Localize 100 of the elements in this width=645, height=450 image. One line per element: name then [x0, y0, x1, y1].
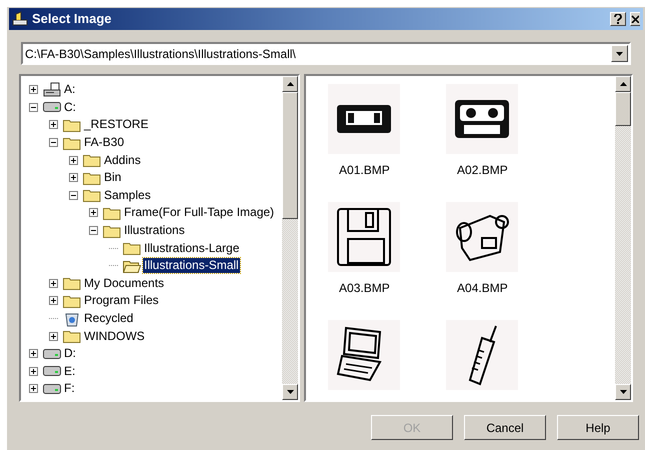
file-name[interactable]: A01.BMP — [339, 161, 390, 179]
tree-item[interactable]: Illustrations-Small — [143, 258, 240, 274]
folder-icon — [103, 224, 121, 238]
plus-icon — [70, 175, 76, 180]
expand-toggle[interactable] — [28, 384, 38, 394]
hard-drive-icon — [43, 102, 61, 112]
expand-toggle[interactable] — [48, 332, 58, 341]
plus-icon — [50, 298, 56, 304]
minus-icon — [50, 140, 56, 146]
expand-toggle[interactable] — [28, 366, 38, 376]
collapse-toggle[interactable] — [28, 102, 38, 112]
scroll-up-button[interactable] — [282, 76, 298, 92]
folder-icon — [123, 241, 141, 256]
tree-item[interactable]: Frame(For Full-Tape Image) — [123, 205, 276, 220]
thumbnail-background[interactable] — [328, 320, 400, 390]
up-arrow-icon — [286, 82, 294, 86]
scroll-down-button[interactable] — [615, 384, 631, 400]
thumbnail-background[interactable] — [446, 84, 518, 154]
scroll-thumb[interactable] — [282, 92, 298, 219]
expand-toggle[interactable] — [68, 173, 78, 182]
scroll-thumb[interactable] — [615, 92, 631, 126]
tree-item[interactable]: Illustrations-Large — [143, 240, 240, 256]
recycle-bin-icon — [64, 310, 80, 327]
folder-icon — [103, 206, 121, 220]
dialog-button[interactable]: Cancel — [464, 415, 546, 440]
minus-icon — [90, 228, 96, 234]
plus-icon — [30, 368, 36, 374]
expand-toggle[interactable] — [28, 85, 38, 94]
tree-item[interactable]: Illustrations — [123, 223, 186, 238]
minus-icon — [30, 104, 36, 110]
plus-icon — [50, 334, 56, 339]
down-arrow-icon — [286, 390, 294, 394]
app-icon — [12, 11, 28, 27]
tree-item[interactable]: Program Files — [83, 293, 160, 308]
folder-icon — [63, 118, 81, 132]
plus-icon — [90, 210, 96, 216]
dialog-button[interactable]: Help — [557, 415, 639, 440]
close-icon — [631, 15, 639, 23]
dropdown-button[interactable] — [611, 45, 628, 62]
file-name[interactable]: A04.BMP — [457, 279, 508, 297]
down-arrow-icon — [620, 390, 626, 394]
expand-toggle[interactable] — [48, 278, 58, 288]
expand-toggle[interactable] — [48, 120, 58, 130]
folder-icon — [63, 136, 81, 150]
tree-item[interactable]: Addins — [103, 152, 142, 168]
expand-toggle[interactable] — [48, 296, 58, 306]
plus-icon — [30, 87, 36, 92]
caret-icon — [616, 52, 623, 56]
minus-icon — [70, 192, 76, 198]
folder-icon — [63, 294, 81, 308]
file-name[interactable]: A02.BMP — [457, 161, 508, 179]
tree-item[interactable]: A: — [63, 82, 76, 98]
tree-item[interactable]: Bin — [103, 170, 122, 186]
vertical-scrollbar[interactable] — [282, 76, 298, 400]
expand-toggle[interactable] — [28, 349, 38, 358]
tree-item[interactable]: WINDOWS — [83, 328, 146, 344]
up-arrow-icon — [620, 82, 626, 86]
thumbnail-background[interactable] — [446, 202, 518, 272]
collapse-toggle[interactable] — [68, 190, 78, 200]
scroll-down-button[interactable] — [282, 384, 298, 400]
tree-item[interactable]: C: — [63, 100, 77, 115]
folder-icon — [83, 153, 101, 168]
plus-icon — [50, 122, 56, 128]
open-folder-icon — [123, 258, 141, 273]
floppy-drive-icon — [43, 82, 61, 98]
tree-item[interactable]: My Documents — [83, 276, 166, 291]
expand-toggle[interactable] — [68, 156, 78, 165]
hard-drive-icon — [43, 384, 61, 394]
close-button[interactable] — [630, 12, 640, 26]
hard-drive-icon — [43, 348, 61, 359]
path-value: C:\FA-B30\Samples\Illustrations\Illustrations-Small\ — [24, 46, 297, 62]
hard-drive-icon — [43, 366, 61, 376]
expand-toggle[interactable] — [88, 208, 98, 218]
question-mark-icon — [614, 14, 622, 24]
thumbnail-background[interactable] — [328, 84, 400, 154]
scroll-up-button[interactable] — [615, 76, 631, 92]
help-title-button[interactable] — [610, 12, 626, 26]
plus-icon — [30, 386, 36, 392]
plus-icon — [30, 351, 36, 356]
path-combo-box[interactable]: C:\FA-B30\Samples\Illustrations\Illustrations-Small\ — [21, 42, 631, 65]
tree-item[interactable]: FA-B30 — [83, 135, 126, 150]
folder-icon — [63, 276, 81, 290]
plus-icon — [70, 158, 76, 163]
tree-item[interactable]: Recycled — [83, 311, 134, 326]
file-name[interactable]: A03.BMP — [339, 279, 390, 297]
folder-icon — [83, 170, 101, 185]
window-title: Select Image — [32, 10, 112, 28]
thumbnail-background[interactable] — [328, 202, 400, 272]
tree-item[interactable]: _RESTORE — [83, 117, 150, 132]
folder-icon — [83, 188, 101, 202]
tree-item[interactable]: Samples — [103, 188, 152, 203]
tree-item[interactable]: E: — [63, 364, 76, 379]
vertical-scrollbar[interactable] — [615, 76, 631, 400]
collapse-toggle[interactable] — [88, 226, 98, 236]
thumbnail-background[interactable] — [446, 320, 518, 390]
plus-icon — [50, 280, 56, 286]
tree-item[interactable]: D: — [63, 346, 77, 362]
collapse-toggle[interactable] — [48, 138, 58, 148]
folder-icon — [63, 329, 81, 344]
tree-item[interactable]: F: — [63, 381, 76, 396]
